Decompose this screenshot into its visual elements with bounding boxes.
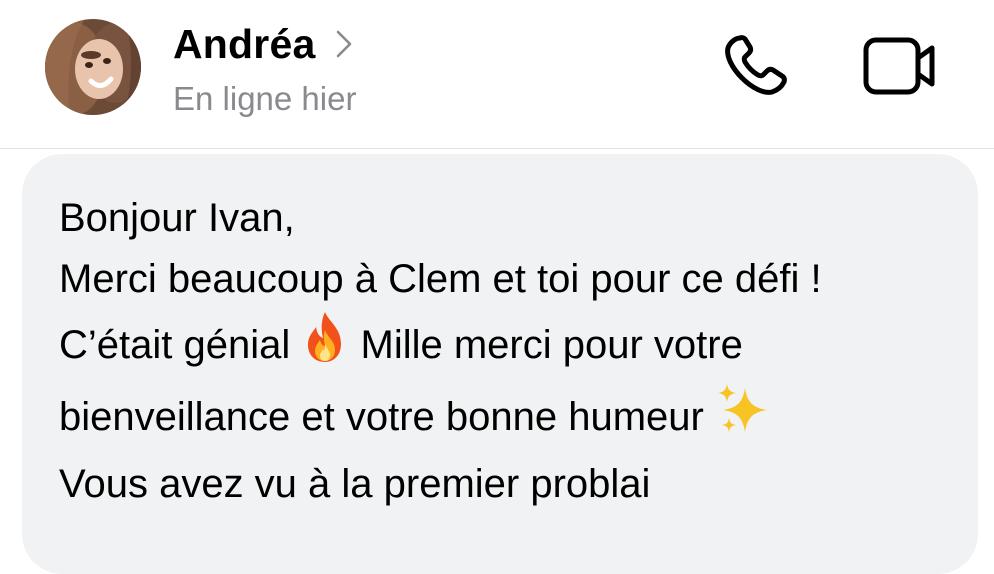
contact-name-button[interactable]: Andréa (173, 18, 353, 70)
chevron-right-icon (337, 30, 352, 58)
sparkles-icon (715, 382, 771, 454)
message-text: Bonjour Ivan, Merci beaucoup à Clem et t… (59, 188, 939, 515)
video-camera-icon (863, 37, 935, 95)
header-divider (0, 148, 994, 149)
call-button[interactable] (718, 30, 798, 102)
video-call-button[interactable] (858, 30, 938, 102)
conversation-header: Andréa En ligne hier (0, 0, 994, 148)
fire-icon (301, 310, 349, 382)
presence-status: En ligne hier (173, 80, 357, 117)
phone-icon (725, 35, 787, 95)
contact-avatar[interactable] (45, 19, 141, 115)
message-part-3: Vous avez vu à la premier problai (59, 462, 651, 506)
message-bubble[interactable]: Bonjour Ivan, Merci beaucoup à Clem et t… (22, 154, 978, 574)
contact-name: Andréa (173, 20, 316, 67)
avatar-photo (45, 19, 141, 115)
message-greeting: Bonjour Ivan, (59, 196, 295, 240)
message-body: Merci beaucoup à Clem et toi pour ce déf… (59, 249, 939, 454)
